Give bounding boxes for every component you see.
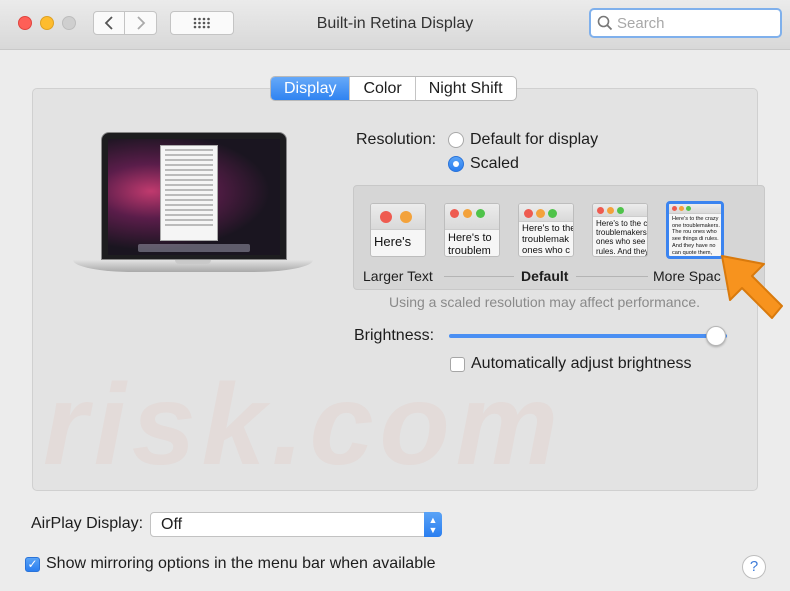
larger-text-label: Larger Text xyxy=(363,268,433,284)
scale-option-2[interactable]: Here's to troublem xyxy=(444,203,500,257)
tab-night-shift[interactable]: Night Shift xyxy=(414,77,516,100)
scale-option-larger-text[interactable]: Here's xyxy=(370,203,426,257)
laptop-screen xyxy=(108,139,280,255)
brightness-slider-knob[interactable] xyxy=(705,326,726,346)
screen-document xyxy=(160,145,218,241)
default-label: Default xyxy=(521,268,569,284)
radio-scaled[interactable] xyxy=(448,156,464,172)
macbook-image xyxy=(73,132,313,280)
thumb-text: Here's to the crazy one troublemakers. T… xyxy=(672,216,720,256)
brightness-label: Brightness: xyxy=(354,327,435,344)
radio-default-for-display[interactable] xyxy=(448,132,464,148)
watermark: risk.com xyxy=(43,361,565,489)
scale-option-more-space[interactable]: Here's to the crazy one troublemakers. T… xyxy=(666,201,724,259)
thumb-text: Here's to troublem xyxy=(448,232,492,257)
performance-note: Using a scaled resolution may affect per… xyxy=(389,294,701,310)
airplay-value: Off xyxy=(161,516,183,533)
thumb-text: Here's to the c troublemakers. ones who … xyxy=(596,219,648,256)
title-bar: Built-in Retina Display xyxy=(0,0,790,50)
mirroring-label[interactable]: Show mirroring options in the menu bar w… xyxy=(46,555,436,573)
airplay-label: AirPlay Display: xyxy=(31,515,144,532)
scaled-label[interactable]: Scaled xyxy=(470,155,519,173)
auto-brightness-checkbox[interactable] xyxy=(450,357,465,372)
mirroring-checkbox[interactable]: ✓ xyxy=(25,557,40,572)
scaling-options: Here's Here's to troublem Here's to the … xyxy=(353,185,765,290)
tab-color[interactable]: Color xyxy=(349,77,414,100)
default-for-display-label[interactable]: Default for display xyxy=(470,131,598,149)
search-field[interactable] xyxy=(589,8,782,38)
annotation-arrow-icon xyxy=(721,255,783,319)
search-icon xyxy=(597,15,613,31)
tab-bar: Display Color Night Shift xyxy=(270,76,517,101)
scale-divider xyxy=(444,276,514,277)
more-space-label: More Spac xyxy=(653,268,721,284)
screen-dock xyxy=(138,244,250,252)
airplay-select[interactable]: Off ▲ ▼ xyxy=(150,512,442,537)
tab-display[interactable]: Display xyxy=(271,77,350,100)
laptop-lid xyxy=(101,132,287,260)
scale-option-default[interactable]: Here's to the troublemak ones who c xyxy=(518,203,574,257)
resolution-label: Resolution: xyxy=(356,131,437,148)
thumb-text: Here's to the troublemak ones who c xyxy=(522,223,574,256)
auto-brightness-label[interactable]: Automatically adjust brightness xyxy=(471,355,692,373)
scale-divider xyxy=(576,276,648,277)
help-button[interactable]: ? xyxy=(742,555,766,579)
scale-option-4[interactable]: Here's to the c troublemakers. ones who … xyxy=(592,203,648,257)
search-input[interactable] xyxy=(617,14,777,32)
laptop-base xyxy=(73,260,313,272)
brightness-slider-track[interactable] xyxy=(449,334,727,338)
thumb-text: Here's xyxy=(374,234,412,249)
updown-chevron-icon: ▲ ▼ xyxy=(424,512,442,537)
